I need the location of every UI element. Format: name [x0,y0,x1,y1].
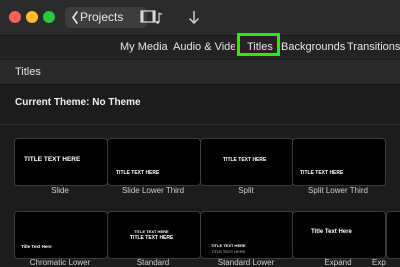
chevron-left-icon [72,11,78,24]
title-tile-split[interactable]: TITLE TEXT HERE [200,138,294,186]
tab-transitions[interactable]: Transitions [347,40,400,54]
film-music-icon[interactable] [140,9,164,26]
tile-preview-text: TITLE TEXT HERE [223,157,267,163]
tab-backgrounds[interactable]: Backgrounds [281,40,345,54]
tab-my-media[interactable]: My Media [120,40,168,54]
title-tile-expand[interactable]: Title Text Here [292,211,386,259]
tile-preview-text: Title Text Here [21,244,52,249]
minimize-window-button[interactable] [26,11,38,23]
tile-preview-text: TITLE TEXT HERE [300,170,344,176]
tile-preview-text: TITLE TEXT HERE [130,235,174,241]
download-arrow-icon[interactable] [187,9,201,26]
projects-button-label: Projects [80,10,124,24]
tile-preview-text: TITLE TEXT HERE [24,156,81,163]
title-tile-standard-lower[interactable]: TITLE TEXT HERE TITLE TEXT HERE [200,211,294,259]
tile-preview-text: TITLE TEXT HERE [211,243,246,248]
window-toolbar: Projects [0,0,400,36]
title-tile-standard[interactable]: TITLE TEXT HERE TITLE TEXT HERE [107,211,201,259]
tile-label-split-lower-third: Split Lower Third [308,186,368,195]
close-window-button[interactable] [9,11,21,23]
title-tile-slide[interactable]: TITLE TEXT HERE [14,138,108,186]
browser-section-header: Titles [0,60,400,85]
section-title: Titles [15,66,41,78]
media-browser-tabs: My Media Audio & Video Titles Background… [0,36,400,59]
tile-label-slide-lower-third: Slide Lower Third [121,186,185,195]
tab-audio-video[interactable]: Audio & Video [173,40,235,54]
theme-divider [0,124,400,125]
tile-label-slide: Slide [51,186,69,195]
tile-preview-text: TITLE TEXT HERE [134,229,169,234]
title-tile-chromatic-lower[interactable]: Title Text Here [14,211,108,259]
tile-preview-text: Title Text Here [311,229,352,235]
titles-tab-highlight [237,33,280,56]
title-tile-partial[interactable] [386,211,400,259]
current-theme-label: Current Theme: No Theme [15,97,141,108]
projects-back-button[interactable]: Projects [65,7,147,28]
tile-label-split: Split [238,186,254,195]
tile-preview-text: TITLE TEXT HERE [211,249,246,254]
tile-preview-text: TITLE TEXT HERE [116,170,160,176]
fullscreen-window-button[interactable] [43,11,55,23]
title-tile-slide-lower-third[interactable]: TITLE TEXT HERE [107,138,201,186]
title-tile-split-lower-third[interactable]: TITLE TEXT HERE [292,138,386,186]
